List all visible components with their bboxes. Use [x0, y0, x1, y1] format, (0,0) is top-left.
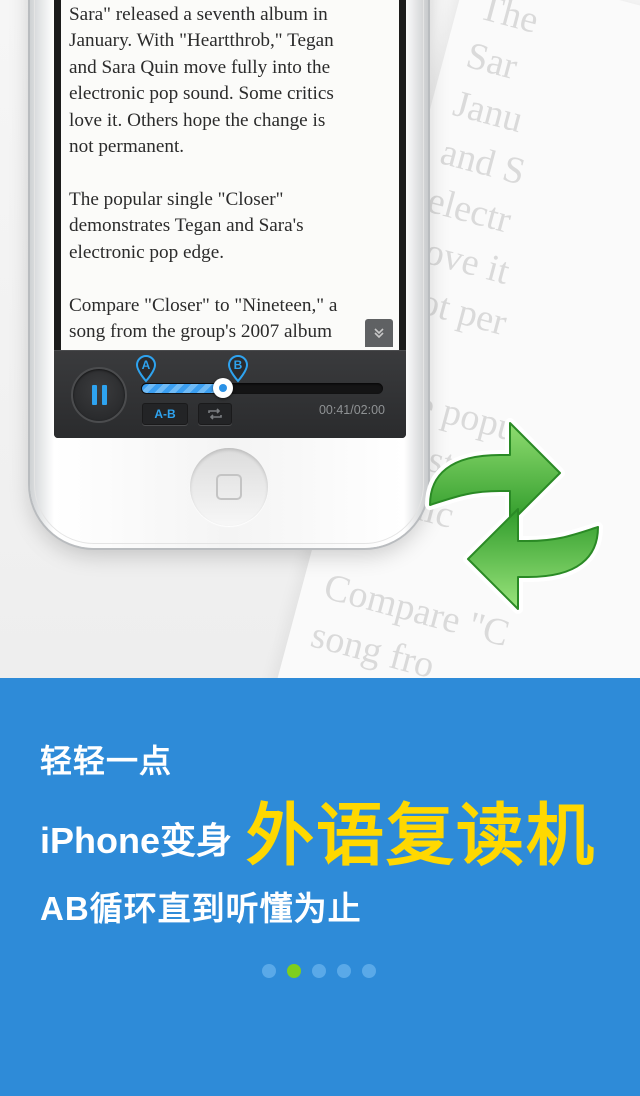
phone-screen: Sara" released a seventh album in Januar…	[54, 0, 406, 438]
reader-paragraph: Compare "Closer" to "Nineteen," a song f…	[69, 295, 338, 343]
progress-slider[interactable]	[141, 378, 383, 398]
pause-button[interactable]	[71, 367, 127, 423]
tagline-highlight: 外语复读机	[246, 798, 597, 874]
repeat-button[interactable]	[198, 403, 232, 425]
page-dot[interactable]	[262, 964, 276, 978]
tagline-line1: 轻轻一点	[40, 743, 173, 779]
collapse-icon	[374, 328, 384, 339]
page-dot[interactable]	[337, 964, 351, 978]
home-icon	[216, 474, 242, 500]
marker-a-label: A	[141, 358, 151, 372]
repeat-arrows-icon	[425, 418, 603, 614]
page-indicator[interactable]	[262, 964, 387, 978]
background-text-line: Sar	[462, 34, 522, 88]
marker-b-pin[interactable]: B	[227, 355, 249, 383]
marker-a-pin[interactable]: A	[135, 355, 157, 383]
ab-loop-button[interactable]: A-B	[142, 403, 188, 425]
repeat-icon	[208, 408, 222, 420]
iphone-frame: Sara" released a seventh album in Januar…	[30, 0, 428, 548]
tagline-line2-prefix: iPhone变身	[40, 820, 233, 861]
hero-illustration: The Sar Janu and S electr love it not pe…	[0, 0, 640, 678]
playback-time: 00:41/02:00	[318, 403, 385, 417]
tagline-line3: AB循环直到听懂为止	[40, 890, 362, 927]
reader-paragraph: The popular single "Closer" demonstrates…	[69, 189, 304, 263]
audio-player-bar: A B A-B 00:41/02:00	[54, 350, 406, 438]
collapse-player-button[interactable]	[365, 319, 393, 347]
page-dot[interactable]	[287, 964, 301, 978]
progress-fill	[142, 384, 224, 393]
marker-b-label: B	[233, 358, 243, 372]
page-dot[interactable]	[362, 964, 376, 978]
home-button	[190, 448, 268, 526]
pause-icon	[91, 385, 97, 405]
reader-paragraph: Sara" released a seventh album in Januar…	[69, 4, 334, 158]
reader-view[interactable]: Sara" released a seventh album in Januar…	[61, 0, 399, 350]
page-dot[interactable]	[312, 964, 326, 978]
